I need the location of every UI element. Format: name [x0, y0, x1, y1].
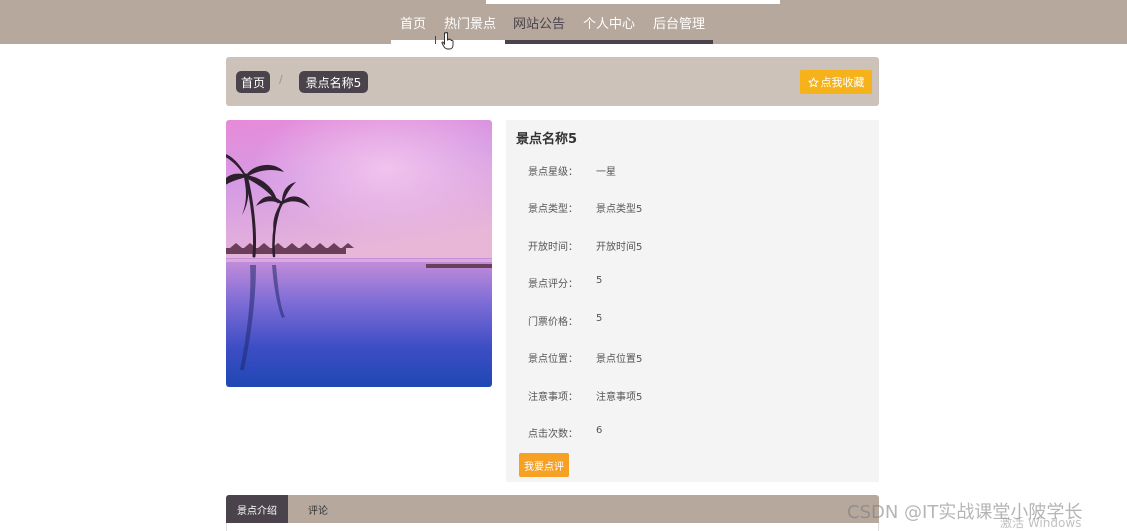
- field-value: 景点类型5: [596, 204, 643, 215]
- scenic-spot-photo: [226, 120, 492, 387]
- nav-item-announcements[interactable]: 网站公告: [505, 0, 573, 44]
- field-value: 一星: [596, 167, 616, 178]
- detail-row-star-level: 景点星级： 一星: [506, 163, 879, 179]
- favorite-button[interactable]: 点我收藏: [800, 70, 872, 94]
- breadcrumb-current-label: 景点名称5: [305, 75, 362, 90]
- field-label: 开放时间：: [528, 242, 578, 253]
- content-tabs: 景点介绍 评论: [226, 495, 879, 523]
- detail-row-ticket-price: 门票价格： 5: [506, 313, 879, 329]
- nav-item-admin[interactable]: 后台管理: [645, 0, 713, 44]
- detail-row-location: 景点位置： 景点位置5: [506, 350, 879, 366]
- nav-item-label: 网站公告: [512, 16, 565, 32]
- nav-underbar: [645, 40, 713, 44]
- field-label: 景点位置：: [528, 354, 578, 365]
- windows-activation-watermark: 激活 Windows: [1000, 516, 1082, 530]
- field-label: 点击次数：: [528, 429, 578, 440]
- field-label: 景点类型：: [528, 204, 578, 215]
- nav-item-label: 后台管理: [652, 16, 705, 32]
- field-value: 景点位置5: [596, 354, 643, 365]
- nav-underbar: [573, 40, 645, 44]
- field-label: 门票价格：: [528, 317, 578, 328]
- hand-pointer-icon: [441, 32, 454, 50]
- nav-item-home[interactable]: 首页: [391, 0, 435, 44]
- nav-item-label: 首页: [399, 16, 426, 32]
- breadcrumb-home[interactable]: 首页: [236, 71, 270, 93]
- detail-row-opening-hours: 开放时间： 开放时间5: [506, 238, 879, 254]
- breadcrumb: 首页 / 景点名称5: [226, 57, 879, 106]
- field-value: 6: [596, 425, 603, 436]
- field-label: 景点星级：: [528, 167, 578, 178]
- detail-row-type: 景点类型： 景点类型5: [506, 200, 879, 216]
- tab-comments[interactable]: 评论: [288, 495, 348, 523]
- tab-label: 评论: [308, 505, 328, 517]
- detail-title: 景点名称5: [516, 132, 578, 147]
- field-value: 5: [596, 275, 603, 286]
- nav-item-personal-center[interactable]: 个人中心: [573, 0, 645, 44]
- breadcrumb-current: 景点名称5: [299, 71, 368, 93]
- nav-menu: 首页 热门景点 网站公告 个人中心 后台管理: [391, 0, 713, 44]
- nav-active-indicator: [391, 40, 435, 44]
- top-navbar: 首页 热门景点 网站公告 个人中心 后台管理: [0, 0, 1127, 44]
- tab-content-area: [226, 523, 879, 531]
- detail-row-notes: 注意事项： 注意事项5: [506, 388, 879, 404]
- breadcrumb-separator: /: [279, 73, 283, 86]
- star-outline-icon: [807, 76, 819, 87]
- nav-underbar: [505, 40, 573, 44]
- nav-item-label: 个人中心: [582, 16, 635, 32]
- text-cursor: [435, 36, 436, 44]
- field-label: 注意事项：: [528, 392, 578, 403]
- breadcrumb-home-label: 首页: [240, 75, 265, 90]
- field-value: 5: [596, 313, 603, 324]
- write-review-label: 我要点评: [524, 461, 564, 473]
- field-value: 注意事项5: [596, 392, 643, 403]
- write-review-button[interactable]: 我要点评: [519, 453, 569, 477]
- field-label: 景点评分：: [528, 279, 578, 290]
- detail-row-clicks: 点击次数： 6: [506, 425, 879, 441]
- detail-row-rating: 景点评分： 5: [506, 275, 879, 291]
- tab-introduction[interactable]: 景点介绍: [226, 495, 288, 523]
- field-value: 开放时间5: [596, 242, 643, 253]
- favorite-button-label: 点我收藏: [820, 76, 865, 89]
- tab-label: 景点介绍: [237, 505, 277, 517]
- scenic-spot-details: 景点名称5 景点星级： 一星 景点类型： 景点类型5 开放时间： 开放时间5 景…: [506, 120, 879, 482]
- nav-item-label: 热门景点: [443, 16, 496, 32]
